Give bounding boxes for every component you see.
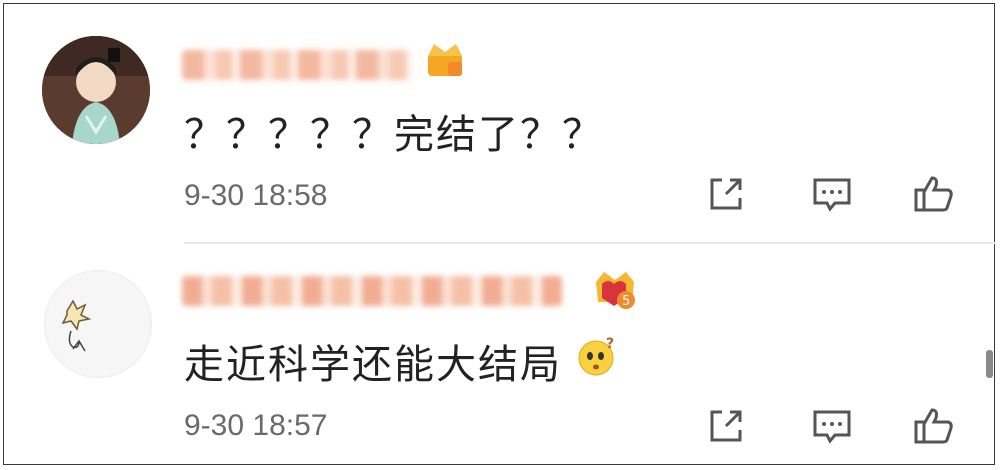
user-avatar[interactable]: [44, 270, 152, 378]
user-avatar[interactable]: [42, 36, 150, 144]
scrollbar[interactable]: [986, 350, 993, 378]
share-icon[interactable]: [704, 172, 748, 216]
comment-content: 走近科学还能大结局: [184, 342, 562, 388]
comment-timestamp: 9-30 18:57: [184, 409, 328, 442]
username-blurred[interactable]: [182, 276, 562, 306]
svg-text:?: ?: [606, 336, 614, 352]
comment-icon[interactable]: [810, 404, 854, 448]
vip-crown-badge-icon: 5: [592, 268, 638, 312]
comment-list: ？？？？？完结了？？ 9-30 18:58 5 走近科学还能大结局 ? 9-30…: [3, 3, 996, 465]
comment-timestamp: 9-30 18:58: [184, 179, 328, 212]
comment-icon[interactable]: [810, 172, 854, 216]
share-icon[interactable]: [704, 404, 748, 448]
like-icon[interactable]: [912, 404, 956, 448]
vip-crown-badge-icon: [422, 40, 468, 80]
like-icon[interactable]: [912, 172, 956, 216]
comment-divider: [184, 242, 996, 244]
comment-content: ？？？？？完结了？？: [184, 112, 604, 158]
svg-text:5: 5: [622, 294, 630, 309]
username-blurred[interactable]: [182, 50, 412, 80]
confused-face-emoji-icon: ?: [576, 334, 620, 378]
